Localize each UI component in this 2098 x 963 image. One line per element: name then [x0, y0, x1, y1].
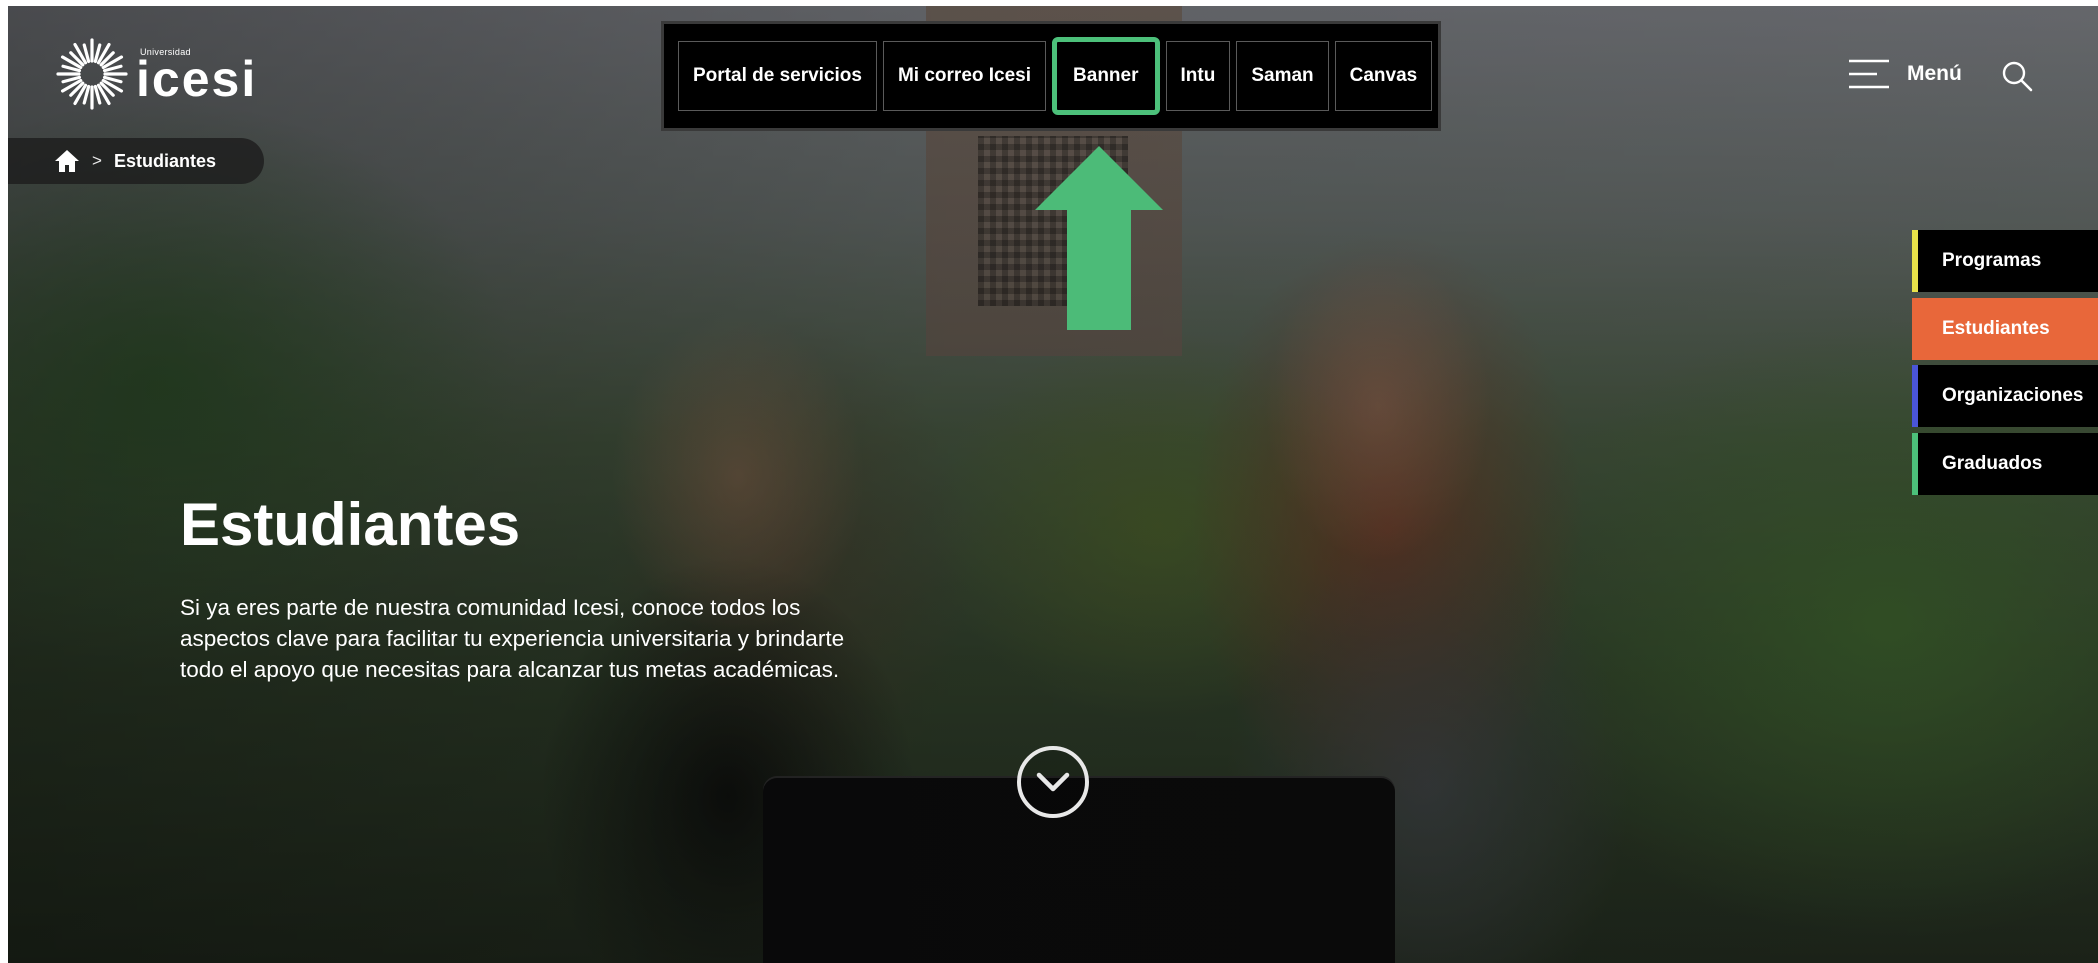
- side-tab-label: Programas: [1942, 250, 2042, 271]
- breadcrumb-separator: >: [92, 151, 102, 170]
- search-icon[interactable]: [2001, 60, 2033, 92]
- hamburger-menu-icon: [1849, 59, 1889, 89]
- side-tab-label: Graduados: [1942, 453, 2043, 474]
- page-title: Estudiantes: [180, 491, 521, 558]
- sun-logo-icon: [56, 38, 128, 110]
- breadcrumb-current[interactable]: Estudiantes: [114, 151, 216, 172]
- side-tab-programas[interactable]: Programas: [1912, 230, 2098, 292]
- quick-link-banner[interactable]: Banner: [1052, 37, 1160, 115]
- home-icon[interactable]: [54, 149, 80, 173]
- logo-name: icesi: [136, 51, 258, 107]
- menu-button[interactable]: Menú: [1847, 58, 1962, 90]
- quick-link-mi-correo-icesi[interactable]: Mi correo Icesi: [882, 41, 1047, 111]
- quick-link-intu[interactable]: Intu: [1165, 41, 1231, 111]
- logo-wordmark: Universidad icesi: [136, 47, 258, 107]
- side-tab-organizaciones[interactable]: Organizaciones: [1912, 365, 2098, 427]
- quick-links-bar: Portal de servicios Mi correo Icesi Bann…: [661, 21, 1441, 131]
- breadcrumb: > Estudiantes: [8, 138, 264, 184]
- quick-link-saman[interactable]: Saman: [1236, 41, 1329, 111]
- side-tab-estudiantes[interactable]: Estudiantes: [1912, 298, 2098, 360]
- quick-link-canvas[interactable]: Canvas: [1334, 41, 1433, 111]
- hero-description: Si ya eres parte de nuestra comunidad Ic…: [180, 595, 845, 682]
- side-tab-label: Organizaciones: [1942, 385, 2084, 406]
- icesi-logo[interactable]: Universidad icesi: [56, 38, 257, 110]
- chevron-down-icon[interactable]: [1015, 744, 1091, 820]
- up-arrow-icon: [1035, 146, 1163, 330]
- side-tab-graduados[interactable]: Graduados: [1912, 433, 2098, 495]
- quick-link-portal-de-servicios[interactable]: Portal de servicios: [678, 41, 877, 111]
- side-tab-label: Estudiantes: [1942, 318, 2050, 339]
- menu-label: Menú: [1907, 62, 1962, 85]
